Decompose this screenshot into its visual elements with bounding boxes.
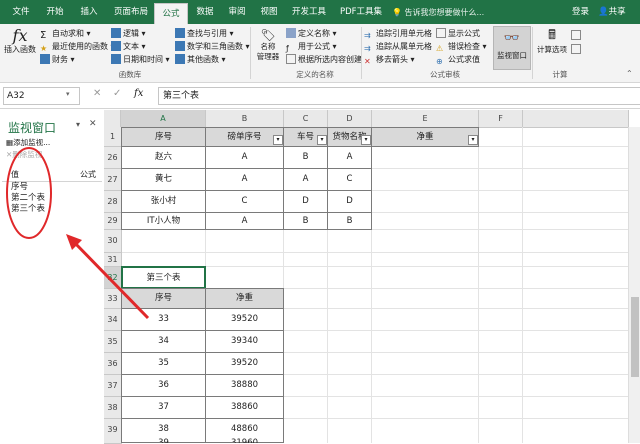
annotation-overlay <box>6 147 150 320</box>
annotation-arrow-line <box>70 238 150 320</box>
annotation-ellipse <box>6 147 52 239</box>
